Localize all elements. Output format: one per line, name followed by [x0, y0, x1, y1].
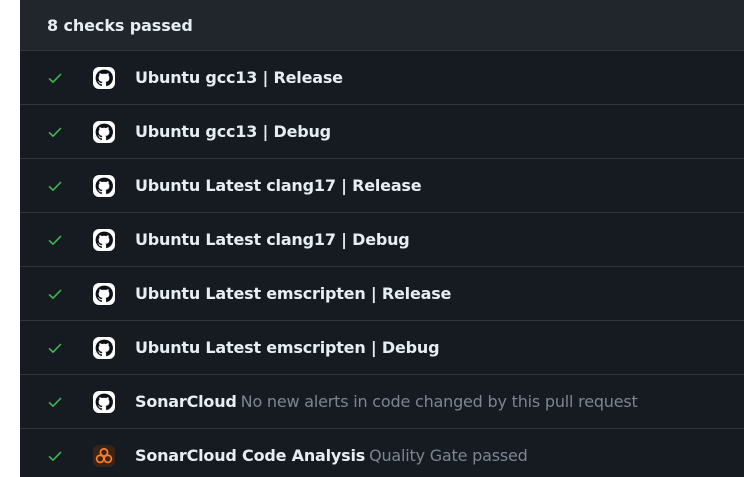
check-name: Ubuntu gcc13 | Debug [135, 121, 331, 141]
check-icon [48, 181, 62, 191]
check-text: SonarCloud No new alerts in code changed … [135, 392, 638, 412]
check-text: Ubuntu gcc13 | Release [135, 68, 347, 88]
check-name: Ubuntu Latest emscripten | Debug [135, 337, 440, 357]
check-icon [48, 451, 62, 461]
check-text: Ubuntu Latest emscripten | Release [135, 284, 455, 304]
github-icon [93, 390, 115, 413]
check-text: Ubuntu gcc13 | Debug [135, 122, 335, 142]
check-row[interactable]: Ubuntu Latest clang17 | Release [20, 159, 744, 213]
check-row[interactable]: Ubuntu Latest emscripten | Debug [20, 321, 744, 375]
check-row[interactable]: SonarCloud Code Analysis Quality Gate pas… [20, 429, 744, 477]
check-row[interactable]: Ubuntu gcc13 | Debug [20, 105, 744, 159]
check-text: Ubuntu Latest clang17 | Debug [135, 230, 414, 250]
github-icon [93, 282, 115, 305]
check-icon [48, 73, 62, 83]
check-row[interactable]: Ubuntu Latest emscripten | Release [20, 267, 744, 321]
github-icon [93, 174, 115, 197]
sonarcloud-icon [93, 445, 115, 467]
check-row[interactable]: Ubuntu gcc13 | Release [20, 51, 744, 105]
check-icon [48, 235, 62, 245]
check-row[interactable]: Ubuntu Latest clang17 | Debug [20, 213, 744, 267]
check-name: Ubuntu Latest clang17 | Release [135, 175, 422, 195]
check-icon [48, 289, 62, 299]
check-row[interactable]: SonarCloud No new alerts in code changed … [20, 375, 744, 429]
checks-summary-title: 8 checks passed [47, 15, 193, 35]
check-text: Ubuntu Latest clang17 | Release [135, 176, 425, 196]
checks-list: Ubuntu gcc13 | Release Ubuntu gcc13 | De… [20, 51, 744, 477]
check-text: Ubuntu Latest emscripten | Debug [135, 338, 443, 358]
check-name: Ubuntu Latest clang17 | Debug [135, 229, 410, 249]
check-name: SonarCloud [135, 391, 237, 411]
check-name: Ubuntu gcc13 | Release [135, 67, 343, 87]
check-description: No new alerts in code changed by this pu… [240, 391, 638, 411]
check-description: Quality Gate passed [369, 446, 528, 465]
checks-summary-header[interactable]: 8 checks passed [20, 0, 744, 51]
check-text: SonarCloud Code Analysis Quality Gate pas… [135, 446, 528, 466]
check-icon [48, 397, 62, 407]
check-name: Ubuntu Latest emscripten | Release [135, 283, 452, 303]
check-name: SonarCloud Code Analysis [135, 446, 366, 465]
check-icon [48, 127, 62, 137]
github-icon [93, 336, 115, 359]
check-icon [48, 343, 62, 353]
checks-panel: 8 checks passed Ubuntu gcc13 | Release U… [20, 0, 744, 477]
github-icon [93, 120, 115, 143]
github-icon [93, 228, 115, 251]
github-icon [93, 66, 115, 89]
